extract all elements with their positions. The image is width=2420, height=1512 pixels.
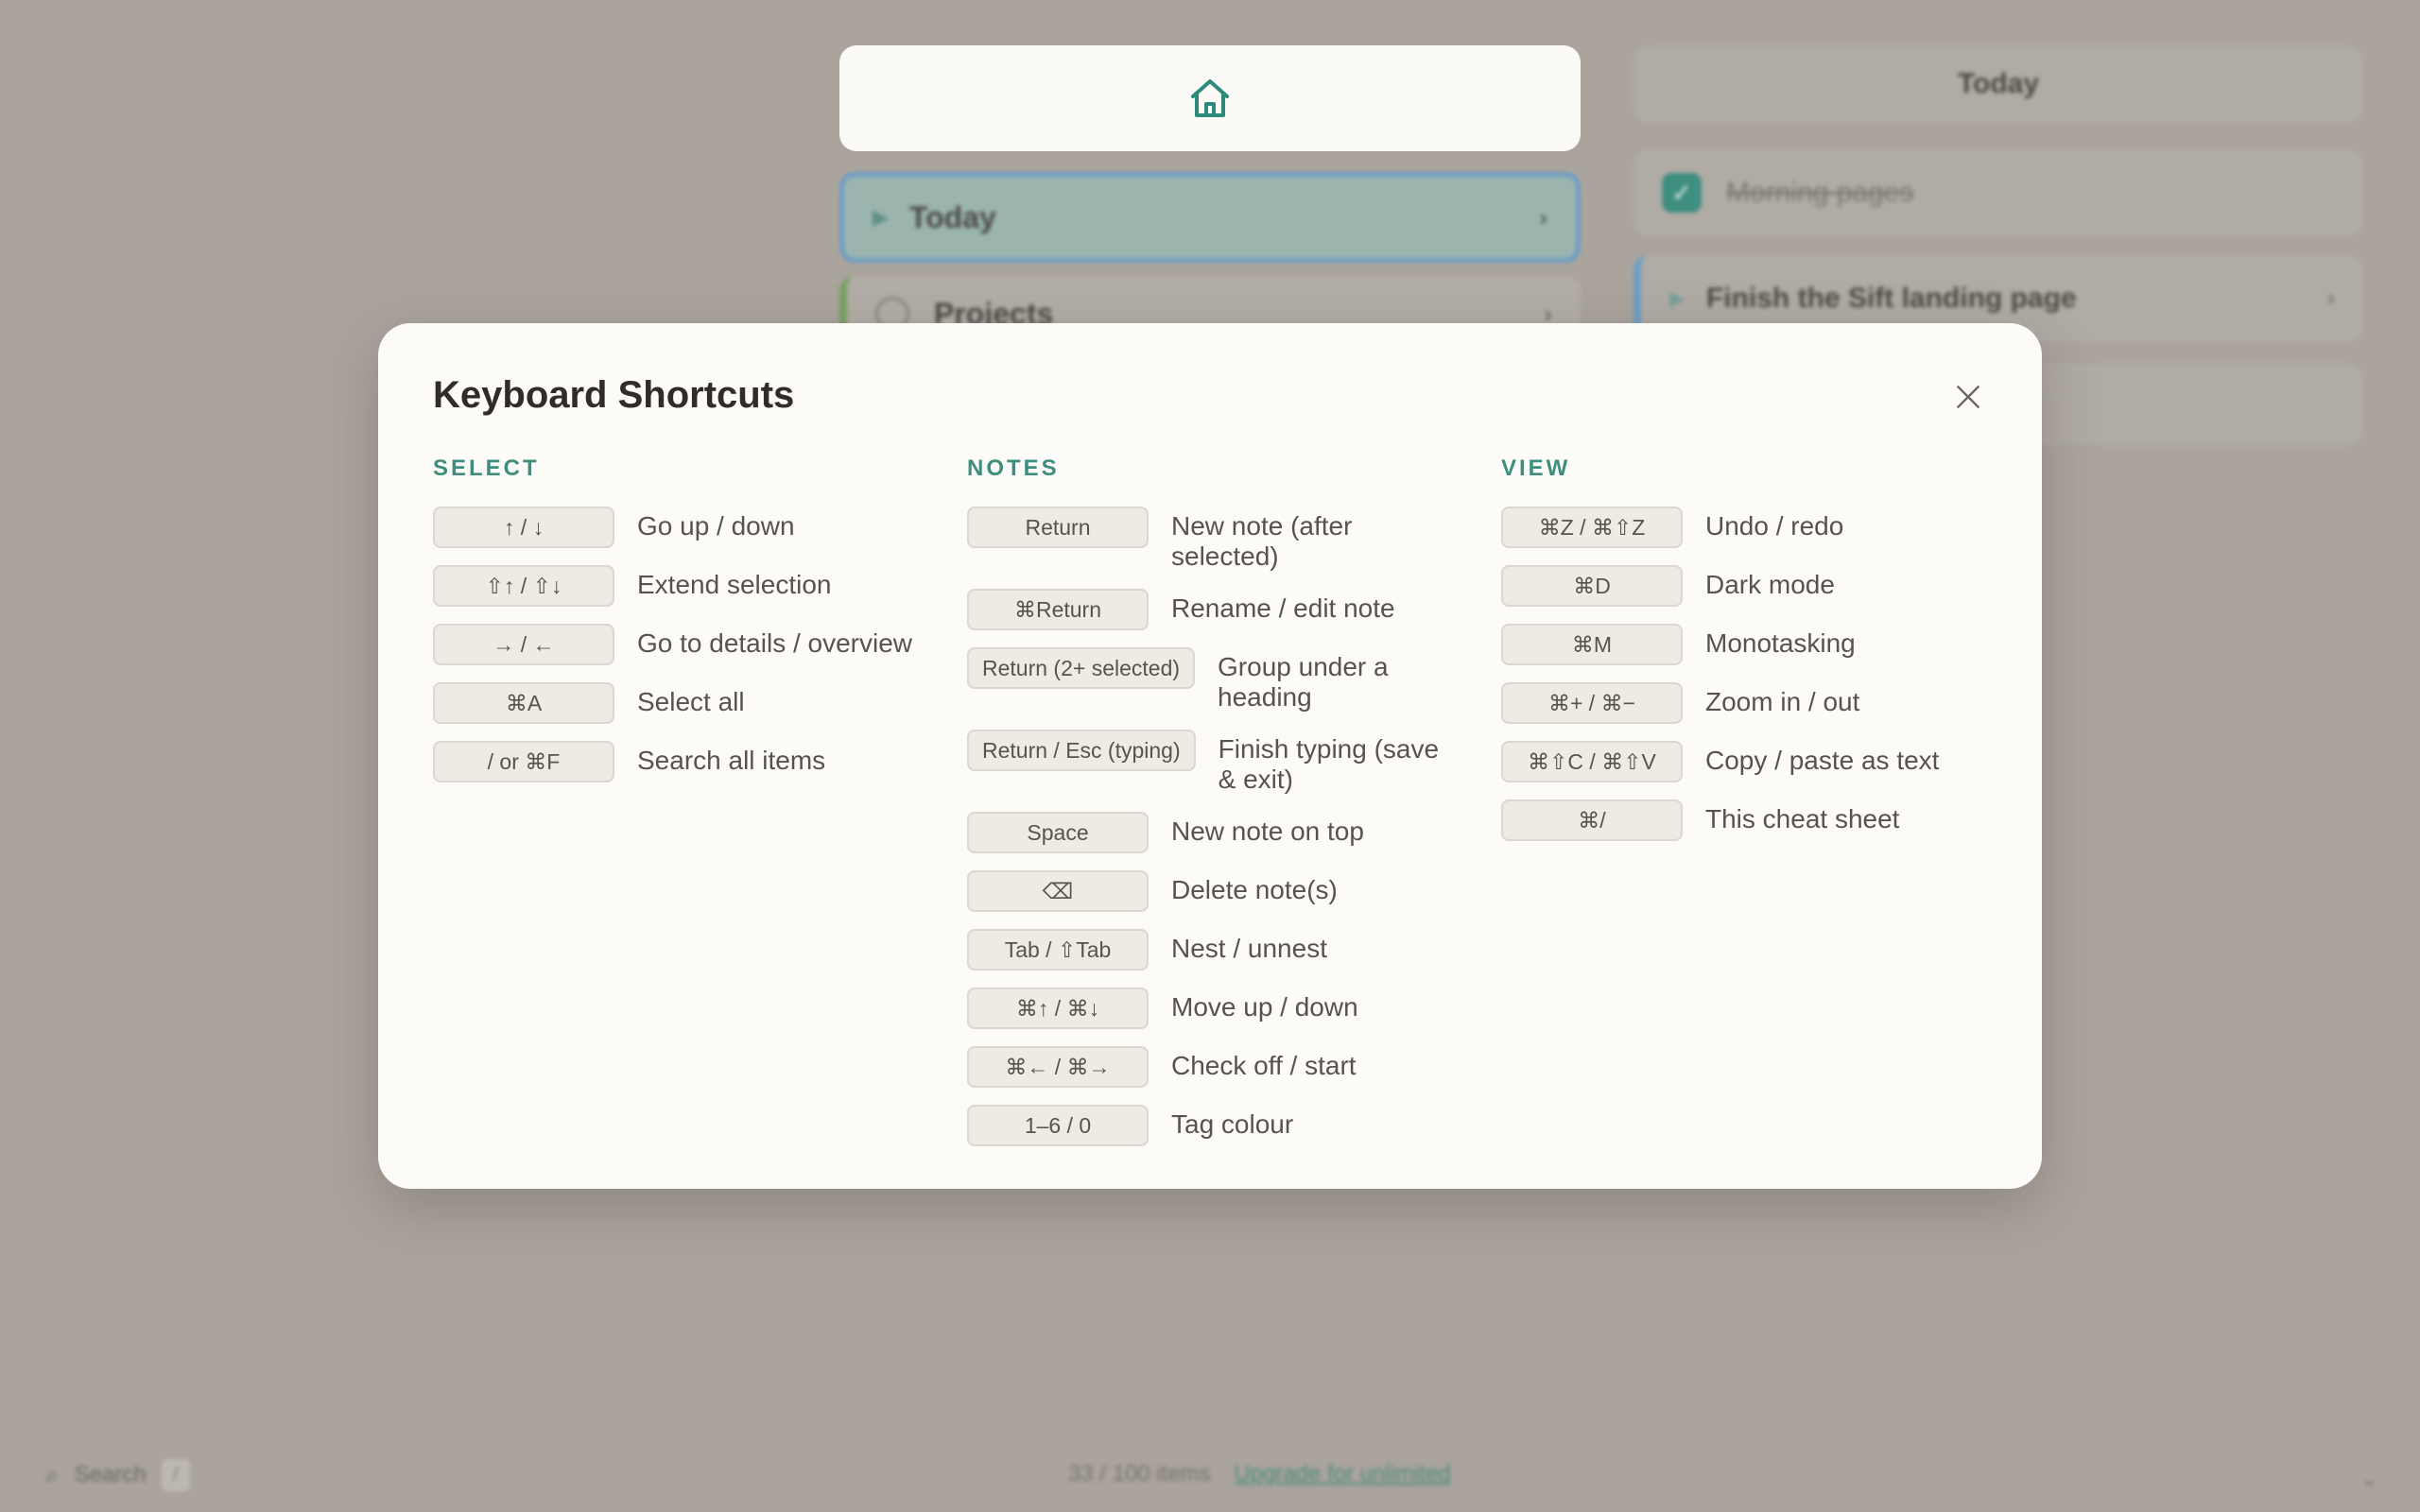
- search-label: Search: [74, 1462, 147, 1487]
- shortcut-row: Return New note (after selected): [967, 507, 1459, 572]
- shortcut-description: Search all items: [637, 746, 826, 775]
- shortcut-description: Group under a heading: [1218, 652, 1389, 712]
- section-heading: SELECT: [433, 455, 540, 481]
- shortcut-row: 1–6 / 0 Tag colour: [967, 1105, 1459, 1146]
- shortcut-key: ⌘⇧C / ⌘⇧V: [1501, 741, 1683, 782]
- shortcut-description: Finish typing (save & exit): [1218, 734, 1440, 794]
- shortcut-row: ⌘/ This cheat sheet: [1501, 799, 1993, 841]
- shortcut-row: ⌘D Dark mode: [1501, 565, 1993, 607]
- shortcut-description: Undo / redo: [1705, 511, 1844, 541]
- item-count-footer: 33 / 100 items Upgrade for unlimited: [1068, 1461, 1451, 1487]
- shortcut-description: Tag colour: [1171, 1109, 1294, 1139]
- shortcut-key: ⌘M: [1501, 624, 1683, 665]
- home-icon: [1191, 79, 1229, 117]
- close-icon: [1957, 386, 1979, 408]
- shortcut-row: ⌘A Select all: [433, 682, 925, 724]
- item-count: 33 / 100 items: [1068, 1461, 1211, 1486]
- shortcut-list: Return New note (after selected) ⌘Return Re…: [967, 507, 1459, 1146]
- details-item-morning-pages[interactable]: ✓ Morning pages: [1634, 149, 2363, 236]
- shortcut-row: ⌫ Delete note(s): [967, 870, 1459, 912]
- shortcut-list: ↑ / ↓ Go up / down ⇧↑ / ⇧↓ Extend selection…: [433, 507, 925, 782]
- shortcut-description: Move up / down: [1171, 992, 1358, 1022]
- shortcut-description: New note (after selected): [1171, 511, 1353, 571]
- shortcut-list: ⌘Z / ⌘⇧Z Undo / redo ⌘D Dark mode ⌘M Monotask…: [1501, 507, 1993, 841]
- shortcut-row: ⌘Return Rename / edit note: [967, 589, 1459, 630]
- shortcut-key: ⌘Return: [967, 589, 1149, 630]
- shortcut-row: Tab / ⇧Tab Nest / unnest: [967, 929, 1459, 971]
- item-label: Finish the Sift landing page: [1705, 283, 2077, 314]
- shortcut-key: → / ←: [433, 624, 614, 665]
- keyboard-shortcuts-modal: Keyboard Shortcuts SELECT ↑ / ↓ Go up / d…: [378, 323, 2042, 1189]
- chevron-right-icon: ›: [2327, 285, 2335, 311]
- shortcut-key: ⇧↑ / ⇧↓: [433, 565, 614, 607]
- shortcut-key: ⌘A: [433, 682, 614, 724]
- shortcut-row: ⌘↑ / ⌘↓ Move up / down: [967, 988, 1459, 1029]
- shortcut-description: Zoom in / out: [1705, 687, 1860, 716]
- shortcut-row: Return / Esc (typing) Finish typing (save…: [967, 730, 1459, 795]
- chevron-right-icon: ›: [1539, 202, 1547, 232]
- shortcut-column-notes: NOTES Return New note (after selected) ⌘Re…: [967, 455, 1459, 1163]
- shortcut-key: Tab / ⇧Tab: [967, 929, 1149, 971]
- shortcut-row: ⌘← / ⌘→ Check off / start: [967, 1046, 1459, 1088]
- shortcut-key: ⌘Z / ⌘⇧Z: [1501, 507, 1683, 548]
- shortcut-key: ↑ / ↓: [433, 507, 614, 548]
- shortcut-key: ⌘+ / ⌘−: [1501, 682, 1683, 724]
- shortcut-key: / or ⌘F: [433, 741, 614, 782]
- shortcut-key: ⌘← / ⌘→: [967, 1046, 1149, 1088]
- footer-search[interactable]: ⌕ Search /: [45, 1459, 190, 1491]
- shortcut-key: 1–6 / 0: [967, 1105, 1149, 1146]
- shortcut-key: Return: [967, 507, 1149, 548]
- shortcut-key: ⌘D: [1501, 565, 1683, 607]
- details-header: Today: [1634, 45, 2363, 123]
- shortcut-row: ⌘Z / ⌘⇧Z Undo / redo: [1501, 507, 1993, 548]
- checked-checkbox-icon[interactable]: ✓: [1662, 173, 1702, 213]
- list-row-today[interactable]: ▶ Today ›: [839, 172, 1581, 263]
- shortcut-row: ⇧↑ / ⇧↓ Extend selection: [433, 565, 925, 607]
- section-heading: NOTES: [967, 455, 1060, 481]
- shortcut-description: Monotasking: [1705, 628, 1856, 658]
- shortcut-description: New note on top: [1171, 816, 1364, 846]
- shortcut-description: Select all: [637, 687, 745, 716]
- shortcut-key: ⌘/: [1501, 799, 1683, 841]
- chevron-down-icon[interactable]: ⌄: [2361, 1467, 2378, 1491]
- shortcut-description: Go up / down: [637, 511, 795, 541]
- close-button[interactable]: [1949, 378, 1987, 416]
- shortcut-description: Nest / unnest: [1171, 934, 1327, 963]
- shortcut-key: Return (2+ selected): [967, 647, 1196, 689]
- modal-title: Keyboard Shortcuts: [433, 374, 795, 416]
- shortcut-column-select: SELECT ↑ / ↓ Go up / down ⇧↑ / ⇧↓ Extend se…: [433, 455, 925, 799]
- shortcut-description: Extend selection: [637, 570, 832, 599]
- shortcut-description: Go to details / overview: [637, 628, 913, 658]
- shortcut-key: ⌘↑ / ⌘↓: [967, 988, 1149, 1029]
- item-label: Morning pages: [1726, 177, 1914, 208]
- section-heading: VIEW: [1501, 455, 1571, 481]
- shortcut-key: Return / Esc (typing): [967, 730, 1196, 771]
- shortcut-row: Return (2+ selected) Group under a headin…: [967, 647, 1459, 713]
- upgrade-link[interactable]: Upgrade for unlimited: [1234, 1461, 1450, 1486]
- shortcut-row: ⌘⇧C / ⌘⇧V Copy / paste as text: [1501, 741, 1993, 782]
- shortcut-description: Dark mode: [1705, 570, 1835, 599]
- search-icon: ⌕: [45, 1460, 60, 1488]
- home-card[interactable]: [839, 45, 1581, 151]
- shortcut-key: Space: [967, 812, 1149, 853]
- shortcut-key: ⌫: [967, 870, 1149, 912]
- shortcut-description: Rename / edit note: [1171, 593, 1395, 623]
- shortcut-row: Space New note on top: [967, 812, 1459, 853]
- shortcut-row: ⌘M Monotasking: [1501, 624, 1993, 665]
- shortcut-row: → / ← Go to details / overview: [433, 624, 925, 665]
- expand-triangle-icon: ▶: [1669, 286, 1685, 310]
- search-shortcut-key: /: [161, 1459, 190, 1491]
- expand-triangle-icon: ▶: [873, 205, 889, 229]
- shortcut-description: Check off / start: [1171, 1051, 1357, 1080]
- shortcut-row: ⌘+ / ⌘− Zoom in / out: [1501, 682, 1993, 724]
- shortcut-column-view: VIEW ⌘Z / ⌘⇧Z Undo / redo ⌘D Dark mode ⌘M Mon…: [1501, 455, 1993, 858]
- shortcut-description: This cheat sheet: [1705, 804, 1900, 833]
- shortcut-description: Copy / paste as text: [1705, 746, 1940, 775]
- shortcut-row: ↑ / ↓ Go up / down: [433, 507, 925, 548]
- shortcut-row: / or ⌘F Search all items: [433, 741, 925, 782]
- row-label: Today: [908, 199, 996, 234]
- shortcut-description: Delete note(s): [1171, 875, 1338, 904]
